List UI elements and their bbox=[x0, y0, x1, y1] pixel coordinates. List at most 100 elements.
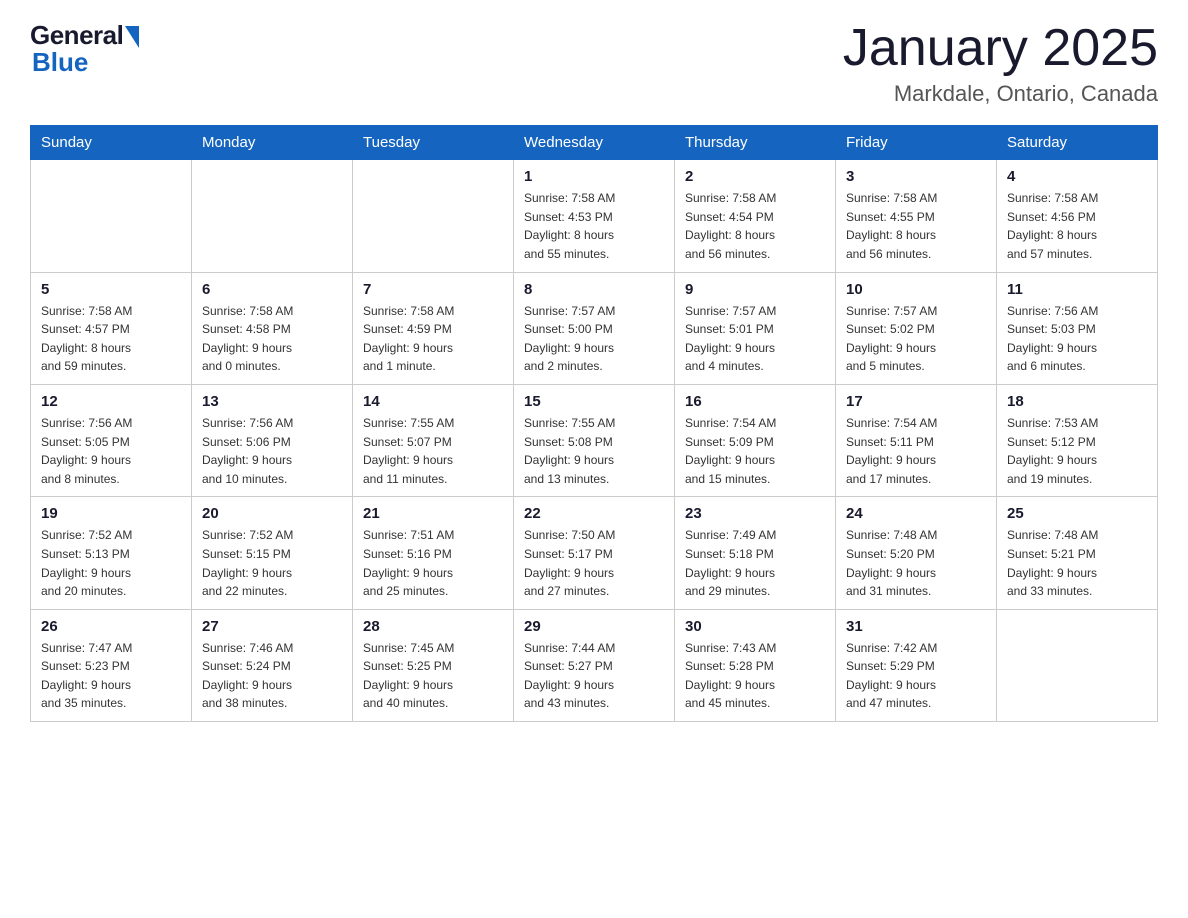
day-number: 15 bbox=[524, 393, 664, 410]
calendar-cell: 11 Sunrise: 7:56 AMSunset: 5:03 PMDayligh… bbox=[997, 272, 1158, 384]
weekday-header-row: SundayMondayTuesdayWednesdayThursdayFrid… bbox=[31, 126, 1158, 160]
day-number: 17 bbox=[846, 393, 986, 410]
day-number: 7 bbox=[363, 281, 503, 298]
day-number: 13 bbox=[202, 393, 342, 410]
day-info: Sunrise: 7:57 AMSunset: 5:00 PMDaylight:… bbox=[524, 302, 664, 376]
day-number: 11 bbox=[1007, 281, 1147, 298]
day-info: Sunrise: 7:54 AMSunset: 5:09 PMDaylight:… bbox=[685, 414, 825, 488]
calendar-week-row: 26Sunrise: 7:47 AMSunset: 5:23 PMDayligh… bbox=[31, 609, 1158, 721]
calendar-cell bbox=[353, 160, 514, 272]
weekday-header-saturday: Saturday bbox=[997, 126, 1158, 160]
calendar-cell: 6 Sunrise: 7:58 AMSunset: 4:58 PMDaylight… bbox=[192, 272, 353, 384]
day-number: 26 bbox=[41, 618, 181, 635]
day-number: 12 bbox=[41, 393, 181, 410]
day-info: Sunrise: 7:48 AMSunset: 5:21 PMDaylight:… bbox=[1007, 526, 1147, 600]
day-info: Sunrise: 7:58 AMSunset: 4:58 PMDaylight:… bbox=[202, 302, 342, 376]
logo: General Blue bbox=[30, 20, 139, 78]
calendar-body: 1Sunrise: 7:58 AMSunset: 4:53 PMDaylight… bbox=[31, 160, 1158, 722]
calendar-cell: 16 Sunrise: 7:54 AMSunset: 5:09 PMDayligh… bbox=[675, 384, 836, 496]
calendar-cell bbox=[192, 160, 353, 272]
calendar-cell: 26Sunrise: 7:47 AMSunset: 5:23 PMDayligh… bbox=[31, 609, 192, 721]
calendar-cell: 14 Sunrise: 7:55 AMSunset: 5:07 PMDayligh… bbox=[353, 384, 514, 496]
day-info: Sunrise: 7:52 AMSunset: 5:15 PMDaylight:… bbox=[202, 526, 342, 600]
day-number: 27 bbox=[202, 618, 342, 635]
day-info: Sunrise: 7:45 AMSunset: 5:25 PMDaylight:… bbox=[363, 639, 503, 713]
title-section: January 2025 Markdale, Ontario, Canada bbox=[843, 20, 1158, 107]
calendar-cell: 18Sunrise: 7:53 AMSunset: 5:12 PMDayligh… bbox=[997, 384, 1158, 496]
calendar-cell: 23 Sunrise: 7:49 AMSunset: 5:18 PMDayligh… bbox=[675, 497, 836, 609]
calendar-cell: 7 Sunrise: 7:58 AMSunset: 4:59 PMDaylight… bbox=[353, 272, 514, 384]
day-info: Sunrise: 7:55 AMSunset: 5:08 PMDaylight:… bbox=[524, 414, 664, 488]
weekday-header-sunday: Sunday bbox=[31, 126, 192, 160]
day-info: Sunrise: 7:43 AMSunset: 5:28 PMDaylight:… bbox=[685, 639, 825, 713]
day-info: Sunrise: 7:58 AMSunset: 4:54 PMDaylight:… bbox=[685, 189, 825, 263]
weekday-header-wednesday: Wednesday bbox=[514, 126, 675, 160]
calendar-cell: 3Sunrise: 7:58 AMSunset: 4:55 PMDaylight… bbox=[836, 160, 997, 272]
calendar-cell: 25Sunrise: 7:48 AMSunset: 5:21 PMDayligh… bbox=[997, 497, 1158, 609]
calendar-cell: 27 Sunrise: 7:46 AMSunset: 5:24 PMDayligh… bbox=[192, 609, 353, 721]
calendar-week-row: 12 Sunrise: 7:56 AMSunset: 5:05 PMDayligh… bbox=[31, 384, 1158, 496]
day-number: 5 bbox=[41, 281, 181, 298]
calendar-week-row: 19Sunrise: 7:52 AMSunset: 5:13 PMDayligh… bbox=[31, 497, 1158, 609]
page-header: General Blue January 2025 Markdale, Onta… bbox=[30, 20, 1158, 107]
day-info: Sunrise: 7:42 AMSunset: 5:29 PMDaylight:… bbox=[846, 639, 986, 713]
day-number: 28 bbox=[363, 618, 503, 635]
location-title: Markdale, Ontario, Canada bbox=[843, 81, 1158, 107]
day-number: 30 bbox=[685, 618, 825, 635]
day-info: Sunrise: 7:56 AMSunset: 5:05 PMDaylight:… bbox=[41, 414, 181, 488]
day-info: Sunrise: 7:51 AMSunset: 5:16 PMDaylight:… bbox=[363, 526, 503, 600]
calendar-cell: 12 Sunrise: 7:56 AMSunset: 5:05 PMDayligh… bbox=[31, 384, 192, 496]
day-info: Sunrise: 7:44 AMSunset: 5:27 PMDaylight:… bbox=[524, 639, 664, 713]
day-number: 3 bbox=[846, 168, 986, 185]
day-info: Sunrise: 7:57 AMSunset: 5:02 PMDaylight:… bbox=[846, 302, 986, 376]
day-info: Sunrise: 7:49 AMSunset: 5:18 PMDaylight:… bbox=[685, 526, 825, 600]
calendar-cell: 24 Sunrise: 7:48 AMSunset: 5:20 PMDayligh… bbox=[836, 497, 997, 609]
calendar-cell: 28 Sunrise: 7:45 AMSunset: 5:25 PMDayligh… bbox=[353, 609, 514, 721]
month-title: January 2025 bbox=[843, 20, 1158, 77]
calendar-cell: 20 Sunrise: 7:52 AMSunset: 5:15 PMDayligh… bbox=[192, 497, 353, 609]
day-number: 1 bbox=[524, 168, 664, 185]
logo-triangle-icon bbox=[125, 26, 139, 48]
calendar-cell: 19Sunrise: 7:52 AMSunset: 5:13 PMDayligh… bbox=[31, 497, 192, 609]
day-number: 19 bbox=[41, 505, 181, 522]
day-info: Sunrise: 7:58 AMSunset: 4:56 PMDaylight:… bbox=[1007, 189, 1147, 263]
day-info: Sunrise: 7:55 AMSunset: 5:07 PMDaylight:… bbox=[363, 414, 503, 488]
day-number: 29 bbox=[524, 618, 664, 635]
day-number: 23 bbox=[685, 505, 825, 522]
weekday-header-friday: Friday bbox=[836, 126, 997, 160]
day-number: 22 bbox=[524, 505, 664, 522]
calendar-cell: 15 Sunrise: 7:55 AMSunset: 5:08 PMDayligh… bbox=[514, 384, 675, 496]
calendar-cell: 31 Sunrise: 7:42 AMSunset: 5:29 PMDayligh… bbox=[836, 609, 997, 721]
day-number: 16 bbox=[685, 393, 825, 410]
weekday-header-tuesday: Tuesday bbox=[353, 126, 514, 160]
day-number: 24 bbox=[846, 505, 986, 522]
calendar-cell: 30 Sunrise: 7:43 AMSunset: 5:28 PMDayligh… bbox=[675, 609, 836, 721]
calendar-cell: 5 Sunrise: 7:58 AMSunset: 4:57 PMDaylight… bbox=[31, 272, 192, 384]
logo-blue-text: Blue bbox=[32, 47, 88, 78]
day-info: Sunrise: 7:54 AMSunset: 5:11 PMDaylight:… bbox=[846, 414, 986, 488]
day-number: 21 bbox=[363, 505, 503, 522]
calendar-cell bbox=[31, 160, 192, 272]
calendar-week-row: 5 Sunrise: 7:58 AMSunset: 4:57 PMDaylight… bbox=[31, 272, 1158, 384]
calendar-cell: 29 Sunrise: 7:44 AMSunset: 5:27 PMDayligh… bbox=[514, 609, 675, 721]
day-number: 31 bbox=[846, 618, 986, 635]
day-number: 9 bbox=[685, 281, 825, 298]
day-number: 14 bbox=[363, 393, 503, 410]
day-info: Sunrise: 7:56 AMSunset: 5:03 PMDaylight:… bbox=[1007, 302, 1147, 376]
weekday-header-monday: Monday bbox=[192, 126, 353, 160]
day-info: Sunrise: 7:46 AMSunset: 5:24 PMDaylight:… bbox=[202, 639, 342, 713]
day-info: Sunrise: 7:50 AMSunset: 5:17 PMDaylight:… bbox=[524, 526, 664, 600]
calendar-cell: 13Sunrise: 7:56 AMSunset: 5:06 PMDayligh… bbox=[192, 384, 353, 496]
day-number: 18 bbox=[1007, 393, 1147, 410]
day-number: 8 bbox=[524, 281, 664, 298]
calendar-table: SundayMondayTuesdayWednesdayThursdayFrid… bbox=[30, 125, 1158, 722]
day-info: Sunrise: 7:57 AMSunset: 5:01 PMDaylight:… bbox=[685, 302, 825, 376]
calendar-header: SundayMondayTuesdayWednesdayThursdayFrid… bbox=[31, 126, 1158, 160]
calendar-cell: 4Sunrise: 7:58 AMSunset: 4:56 PMDaylight… bbox=[997, 160, 1158, 272]
day-number: 20 bbox=[202, 505, 342, 522]
day-info: Sunrise: 7:58 AMSunset: 4:57 PMDaylight:… bbox=[41, 302, 181, 376]
day-info: Sunrise: 7:48 AMSunset: 5:20 PMDaylight:… bbox=[846, 526, 986, 600]
day-number: 10 bbox=[846, 281, 986, 298]
day-info: Sunrise: 7:58 AMSunset: 4:59 PMDaylight:… bbox=[363, 302, 503, 376]
day-number: 6 bbox=[202, 281, 342, 298]
